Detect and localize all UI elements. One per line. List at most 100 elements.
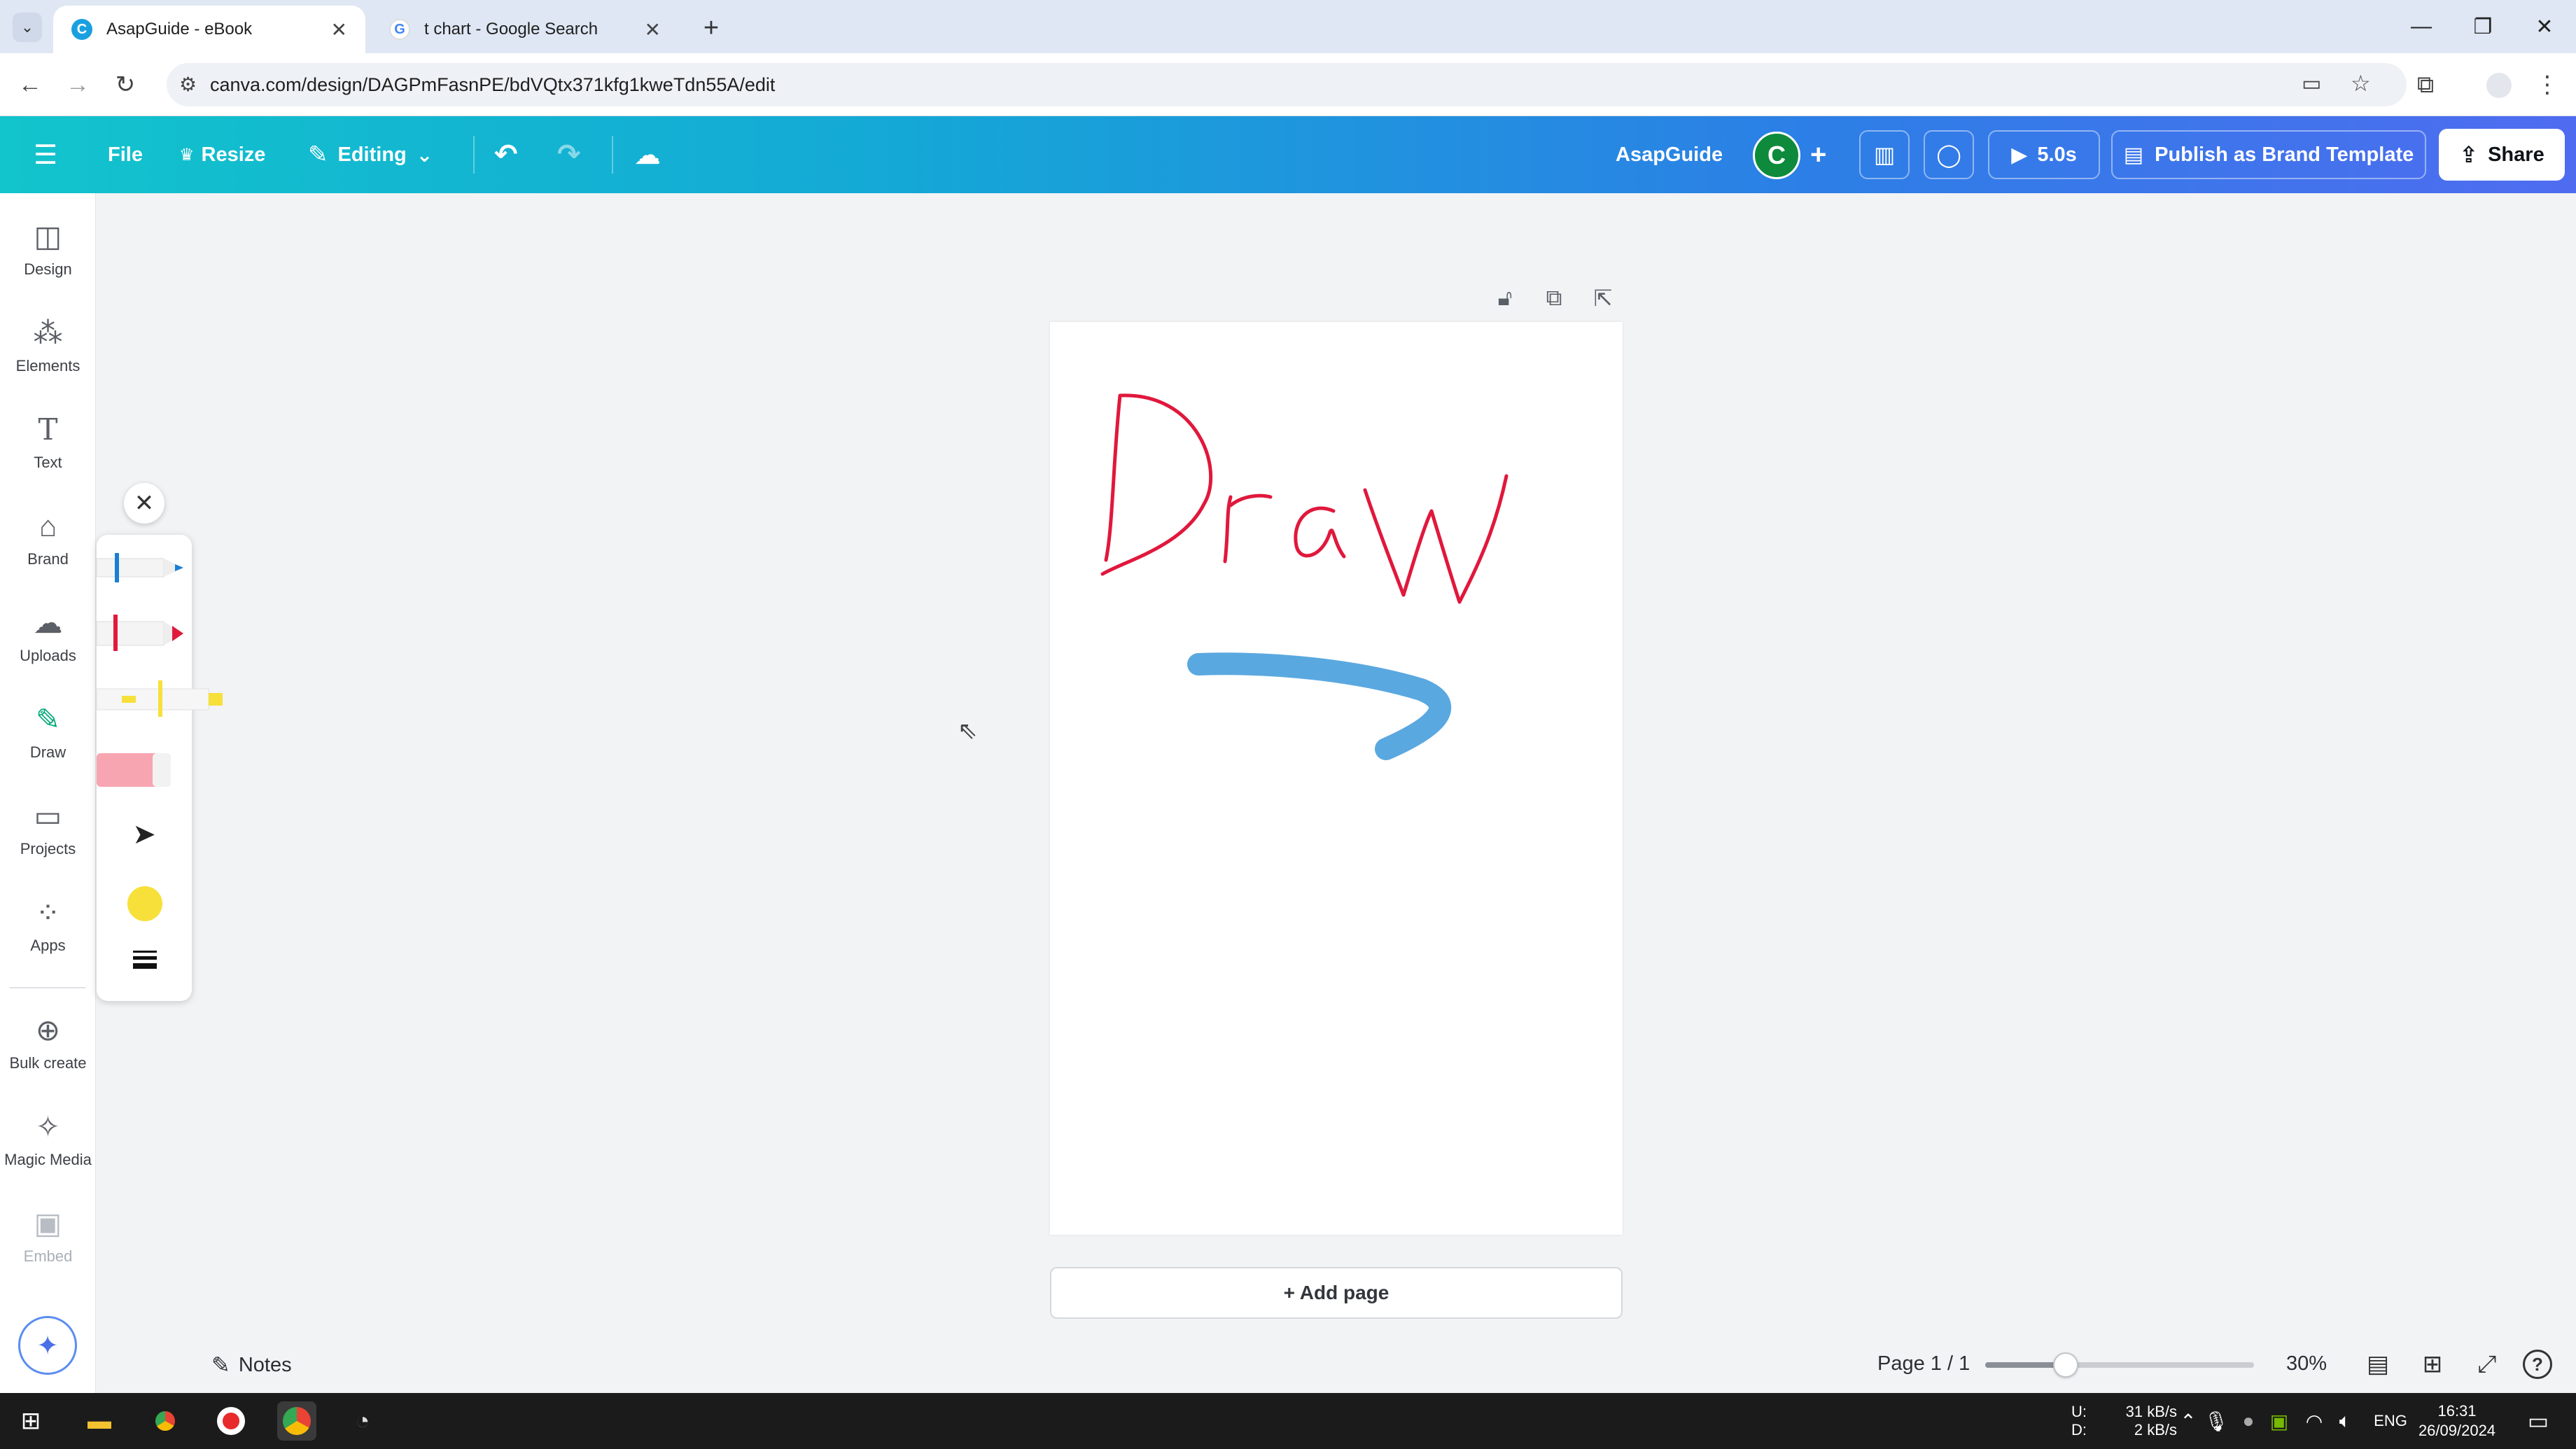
rail-item-design[interactable]: ◫ Design: [0, 207, 96, 291]
close-tab-icon[interactable]: ✕: [645, 18, 661, 41]
highlighter-tool[interactable]: [96, 680, 223, 717]
rail-item-magic-media[interactable]: ✧ Magic Media: [0, 1098, 96, 1182]
browser-tab-asapguide[interactable]: C AsapGuide - eBook ✕: [53, 6, 365, 53]
rail-item-apps[interactable]: ⁘ Apps: [0, 883, 96, 967]
browser-tab-google[interactable]: G t chart - Google Search ✕: [371, 6, 679, 53]
share-button[interactable]: ⇪ Share: [2439, 129, 2565, 181]
extensions-icon[interactable]: ⧉: [2408, 67, 2443, 102]
close-tab-icon[interactable]: ✕: [331, 18, 347, 41]
clock[interactable]: 16:31 26/09/2024: [2415, 1393, 2499, 1449]
rail-item-embed[interactable]: ▣ Embed: [0, 1194, 96, 1278]
zoom-slider-handle[interactable]: [2053, 1352, 2079, 1378]
design-title[interactable]: AsapGuide: [1616, 116, 1723, 193]
rail-item-bulk-create[interactable]: ⊕ Bulk create: [0, 1001, 96, 1085]
nvidia-icon[interactable]: ▣: [2265, 1393, 2293, 1449]
chrome-icon[interactable]: [146, 1401, 185, 1441]
clock-date: 26/09/2024: [2418, 1422, 2496, 1439]
rail-item-projects[interactable]: ▭ Projects: [0, 787, 96, 871]
cloud-save-icon[interactable]: ☁: [634, 116, 661, 193]
grid-view-icon[interactable]: ⊞: [2415, 1347, 2450, 1382]
profile-avatar[interactable]: [2486, 73, 2512, 98]
embed-icon: ▣: [34, 1207, 62, 1240]
back-icon[interactable]: ←: [13, 67, 48, 102]
microphone-icon[interactable]: 🎙︎: [2202, 1393, 2230, 1449]
publish-label: Publish as Brand Template: [2155, 143, 2414, 166]
clock-time: 16:31: [2437, 1402, 2477, 1420]
collaborator-avatar[interactable]: C: [1753, 132, 1800, 179]
chrome-active-icon[interactable]: [277, 1401, 316, 1441]
bookmark-star-icon[interactable]: ☆: [2351, 70, 2371, 97]
drawn-word-draw[interactable]: [1100, 393, 1508, 604]
select-tool[interactable]: ➤: [125, 815, 164, 854]
comments-button[interactable]: ◯: [1924, 130, 1974, 179]
rail-label: Elements: [15, 357, 80, 374]
site-info-icon[interactable]: ⚙: [179, 73, 197, 96]
page-view-icon[interactable]: ▤: [2360, 1347, 2395, 1382]
windows-start-icon[interactable]: ⊞: [11, 1401, 50, 1441]
wifi-icon[interactable]: ◠: [2300, 1393, 2328, 1449]
rail-item-brand[interactable]: ⌂ Brand: [0, 497, 96, 581]
template-icon: ▤: [2123, 143, 2144, 167]
forward-icon[interactable]: →: [60, 67, 95, 102]
notifications-icon[interactable]: ▭: [2517, 1393, 2559, 1449]
help-icon[interactable]: ?: [2523, 1350, 2552, 1379]
minimize-icon[interactable]: —: [2390, 0, 2453, 53]
close-draw-panel-button[interactable]: ✕: [124, 483, 164, 524]
restore-icon[interactable]: ❐: [2451, 0, 2514, 53]
redo-icon[interactable]: ↷: [557, 116, 581, 193]
add-page-icon[interactable]: ⇱: [1585, 280, 1621, 316]
magic-assistant-button[interactable]: ✦: [18, 1316, 77, 1375]
present-button[interactable]: ▶ 5.0s: [1988, 130, 2100, 179]
resize-button[interactable]: ♛ Resize: [179, 116, 265, 193]
main-menu-icon[interactable]: ☰: [34, 116, 57, 193]
pencil-icon: ✎: [308, 141, 328, 168]
cursor-arrow-icon: ➤: [132, 819, 156, 850]
page-indicator[interactable]: Page 1 / 1: [1877, 1352, 1970, 1376]
file-menu-button[interactable]: File: [108, 116, 143, 193]
file-explorer-icon[interactable]: ▬: [80, 1401, 119, 1441]
design-page[interactable]: [1050, 322, 1623, 1235]
undo-icon[interactable]: ↶: [494, 116, 518, 193]
rail-item-elements[interactable]: ⁂ Elements: [0, 304, 96, 388]
design-icon: ◫: [34, 220, 62, 253]
reload-icon[interactable]: ↻: [108, 67, 143, 102]
insights-button[interactable]: ▥: [1859, 130, 1910, 179]
eraser-tool[interactable]: [97, 753, 171, 787]
add-page-button[interactable]: + Add page: [1050, 1267, 1623, 1319]
pen-tool[interactable]: [96, 553, 183, 582]
tray-app-icon[interactable]: ●: [2234, 1393, 2262, 1449]
invite-plus-icon[interactable]: +: [1810, 116, 1826, 193]
new-tab-button[interactable]: +: [693, 10, 729, 46]
lock-page-icon[interactable]: 🔓︎: [1487, 280, 1523, 316]
draw-tools-panel: ➤: [96, 535, 223, 1001]
comment-icon: ◯: [1936, 142, 1961, 167]
recorder-app-icon[interactable]: [211, 1401, 251, 1441]
editing-mode-button[interactable]: ✎ Editing ⌄: [308, 116, 433, 193]
color-picker[interactable]: [127, 886, 162, 921]
publish-brand-template-button[interactable]: ▤ Publish as Brand Template: [2111, 130, 2426, 179]
zoom-level[interactable]: 30%: [2286, 1352, 2327, 1376]
rail-item-uploads[interactable]: ☁ Uploads: [0, 594, 96, 678]
browser-menu-icon[interactable]: ⋮: [2530, 67, 2565, 102]
notes-button[interactable]: ✎ Notes: [211, 1337, 292, 1393]
projects-icon: ▭: [34, 799, 62, 832]
speedometer-app-icon[interactable]: ◔: [343, 1401, 382, 1441]
address-bar[interactable]: ⚙ canva.com/design/DAGPmFasnPE/bdVQtx371…: [167, 63, 2407, 106]
close-window-icon[interactable]: ✕: [2513, 0, 2576, 53]
stroke-weight-button[interactable]: [127, 942, 162, 977]
rail-item-draw[interactable]: ✎ Draw: [0, 690, 96, 774]
tray-chevron-icon[interactable]: ⌃: [2174, 1393, 2202, 1449]
tab-search-button[interactable]: ⌄: [13, 13, 42, 42]
notes-icon: ✎: [211, 1352, 230, 1378]
install-app-icon[interactable]: ▭: [2302, 71, 2321, 96]
play-icon: ▶: [2011, 143, 2028, 167]
duplicate-page-icon[interactable]: ⧉: [1536, 280, 1572, 316]
resize-label: Resize: [201, 143, 266, 166]
zoom-slider[interactable]: [1985, 1352, 2254, 1378]
volume-icon[interactable]: 🔈︎: [2331, 1393, 2359, 1449]
language-indicator[interactable]: ENG: [2366, 1393, 2415, 1449]
fullscreen-icon[interactable]: ⤢: [2470, 1347, 2505, 1382]
blue-brush-stroke[interactable]: [1187, 652, 1452, 760]
rail-item-text[interactable]: T Text: [0, 400, 96, 484]
marker-tool[interactable]: [96, 615, 183, 651]
